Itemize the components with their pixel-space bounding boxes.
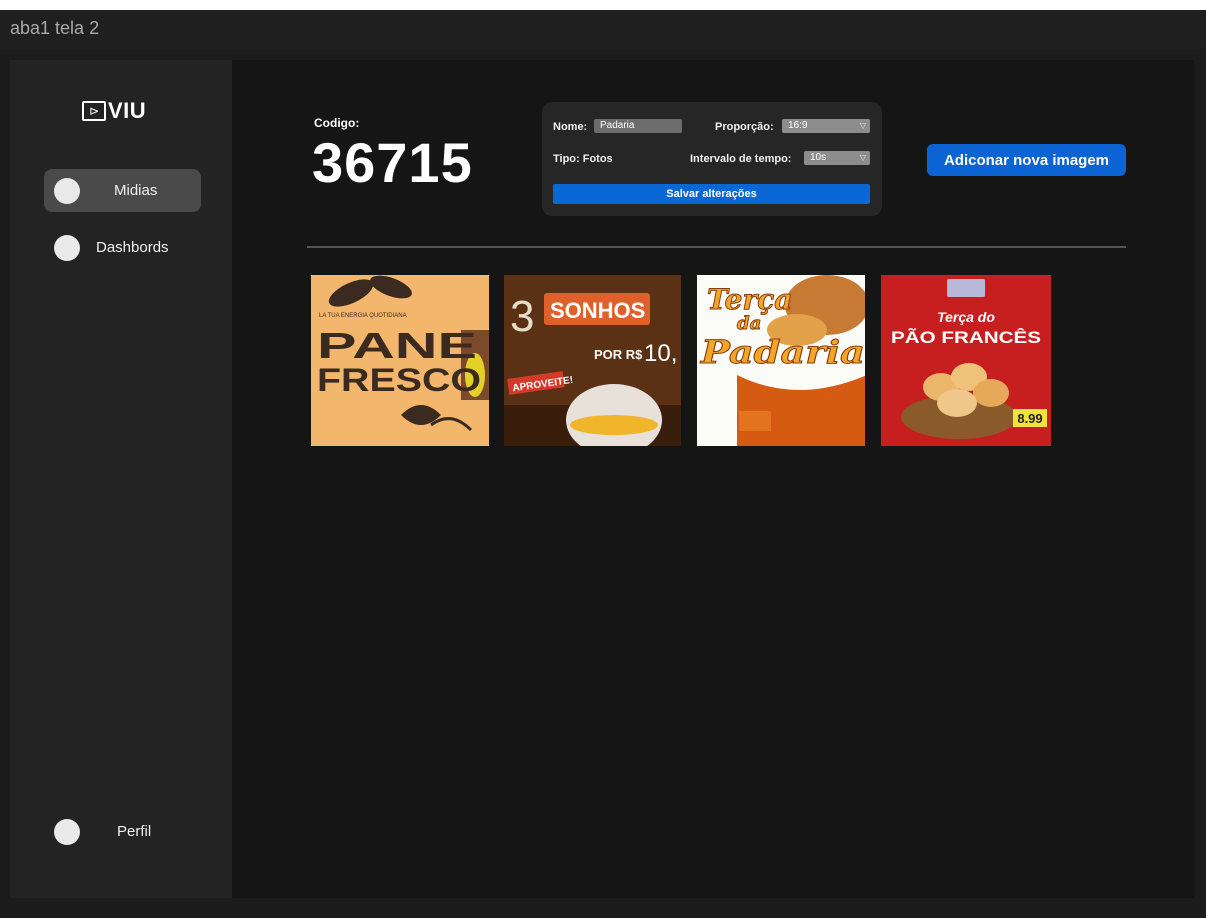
media-thumbnail-pao-frances[interactable]: Terça do PÃO FRANCÊS 8.99 xyxy=(881,275,1051,446)
play-icon: ⊳ xyxy=(82,101,106,121)
logo-text: VIU xyxy=(108,98,147,123)
ad-number: 3 xyxy=(510,292,534,341)
ad-price: 10, xyxy=(644,340,677,367)
ad-subtitle: FRESCO xyxy=(317,362,481,398)
ad-connector: da xyxy=(737,313,761,334)
name-label: Nome: xyxy=(553,121,588,133)
media-thumbnail-terca-padaria[interactable]: Terça da Padaria xyxy=(697,275,865,446)
sidebar-item-label: Midias xyxy=(114,182,158,199)
chevron-down-icon: ▽ xyxy=(859,153,866,162)
save-changes-button[interactable]: Salvar alterações xyxy=(553,184,870,204)
ad-price-prefix: POR R$ xyxy=(594,347,643,362)
name-input[interactable]: Padaria xyxy=(594,119,682,133)
settings-panel: Nome: Padaria Proporção: 16:9 ▽ Tipo: Fo… xyxy=(542,102,882,216)
code-label: Codigo: xyxy=(314,116,360,130)
media-thumbnail-sonhos[interactable]: 3 SONHOS POR R$ 10, APROVEITE! xyxy=(504,275,681,446)
sidebar-item-dashbords[interactable]: Dashbords xyxy=(44,226,201,269)
chevron-down-icon: ▽ xyxy=(859,121,866,130)
circle-icon xyxy=(54,234,80,261)
sidebar-item-perfil[interactable]: Perfil xyxy=(44,810,201,853)
window-titlebar: aba1 tela 2 xyxy=(0,0,1206,50)
media-thumbnail-pane-fresco[interactable]: LA TUA ENERGIA QUOTIDIANA PANE FRESCO xyxy=(311,275,489,446)
sidebar-item-midias[interactable]: Midias xyxy=(44,169,201,212)
bread-basket-ad-image: Terça do PÃO FRANCÊS 8.99 xyxy=(881,275,1051,446)
ad-title: Terça xyxy=(707,283,792,316)
circle-icon xyxy=(54,818,80,845)
add-image-button[interactable]: Adiconar nova imagem xyxy=(927,144,1126,176)
ad-tagline: LA TUA ENERGIA QUOTIDIANA xyxy=(319,313,407,319)
ratio-select[interactable]: 16:9 ▽ xyxy=(782,119,870,133)
window-title: aba1 tela 2 xyxy=(10,18,100,38)
ad-subtitle: PÃO FRANCÊS xyxy=(891,327,1041,347)
ad-title: Terça do xyxy=(937,309,995,325)
donut-ad-image: 3 SONHOS POR R$ 10, APROVEITE! xyxy=(504,275,681,446)
divider xyxy=(307,246,1126,248)
ad-subtitle: Padaria xyxy=(700,333,865,371)
ad-title: SONHOS xyxy=(550,298,645,323)
code-value: 36715 xyxy=(312,131,473,194)
ratio-label: Proporção: xyxy=(715,121,774,133)
logo: ⊳ VIU xyxy=(82,98,146,124)
interval-value: 10s xyxy=(810,152,827,163)
interval-label: Intervalo de tempo: xyxy=(690,153,792,165)
ad-price: 8.99 xyxy=(1017,411,1042,426)
circle-icon xyxy=(54,177,80,204)
interval-select[interactable]: 10s ▽ xyxy=(804,151,870,165)
sidebar-item-label: Dashbords xyxy=(96,239,169,256)
sidebar-item-label: Perfil xyxy=(117,823,152,840)
type-label: Tipo: Fotos xyxy=(553,153,613,165)
bakery-ad-image: Terça da Padaria xyxy=(697,275,865,446)
ad-title: PANE xyxy=(317,325,477,366)
ratio-value: 16:9 xyxy=(788,120,808,131)
bread-ad-image: LA TUA ENERGIA QUOTIDIANA PANE FRESCO xyxy=(311,275,489,446)
